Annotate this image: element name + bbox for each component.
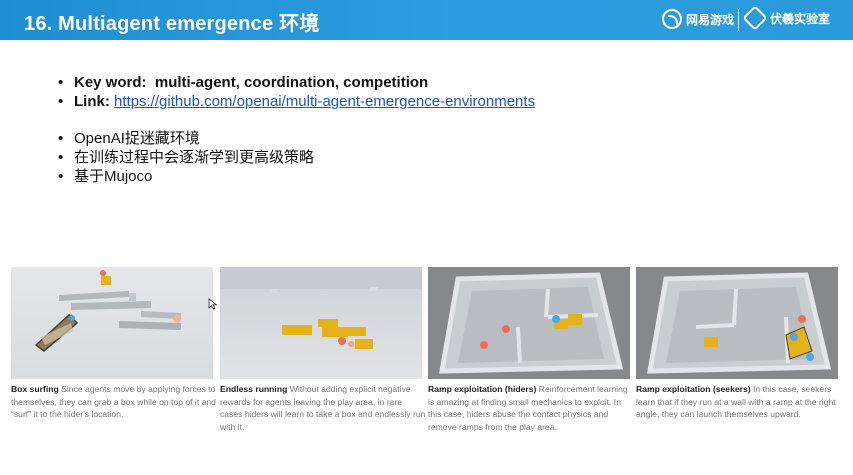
- keyword-label: Key word:: [74, 74, 147, 91]
- ramp-hiders-scene: [428, 267, 630, 379]
- logo-divider: [738, 9, 739, 31]
- panel-title: Box surfing: [11, 384, 59, 394]
- panel-title: Endless running: [220, 384, 288, 394]
- slide-title: 16. Multiagent emergence 环境: [24, 13, 320, 35]
- endless-running-caption: Endless running Without adding explicit …: [220, 383, 426, 433]
- netease-logo-icon: [662, 9, 682, 29]
- ramp-seekers-image: [636, 267, 838, 379]
- endless-running-image: [220, 267, 422, 379]
- ramp-seekers-scene: [636, 267, 838, 379]
- panel-title: Ramp exploitation (hiders): [428, 384, 537, 394]
- bullet-list: Key word: multi-agent, coordination, com…: [58, 73, 535, 186]
- box-surfing-image: [11, 267, 213, 379]
- netease-games-logo: 网易游戏: [662, 9, 734, 29]
- bullet-item: 在训练过程中会逐渐学到更高级策略: [58, 148, 535, 167]
- panel-title: Ramp exploitation (seekers): [636, 384, 751, 394]
- netease-logo-text: 网易游戏: [686, 12, 735, 27]
- bullet-item: OpenAI捉迷藏环境: [58, 129, 535, 148]
- keyword-value: multi-agent, coordination, competition: [154, 74, 429, 91]
- box-surfing-caption: Box surfing Since agents move by applyin…: [11, 383, 217, 421]
- bullet-item: 基于Mujoco: [58, 167, 535, 186]
- github-link[interactable]: https://github.com/openai/multi-agent-em…: [114, 93, 535, 110]
- fuxi-lab-logo: 伏羲实验室: [742, 5, 831, 31]
- link-label: Link:: [74, 93, 110, 110]
- bullet-keyword: Key word: multi-agent, coordination, com…: [58, 73, 535, 92]
- ramp-hiders-image: [428, 267, 630, 379]
- slide-header: 16. Multiagent emergence 环境 网易游戏 伏羲实验室: [0, 0, 853, 40]
- fuxi-logo-icon: [742, 5, 768, 31]
- box-surfing-scene: [34, 270, 181, 352]
- mouse-cursor-icon: [208, 298, 218, 310]
- ramp-hiders-caption: Ramp exploitation (hiders) Reinforcement…: [428, 383, 634, 433]
- fuxi-logo-text: 伏羲实验室: [770, 11, 831, 26]
- bullet-link: Link: https://github.com/openai/multi-ag…: [58, 92, 535, 111]
- endless-running-scene: [220, 267, 422, 349]
- ramp-seekers-caption: Ramp exploitation (seekers) In this case…: [636, 383, 842, 421]
